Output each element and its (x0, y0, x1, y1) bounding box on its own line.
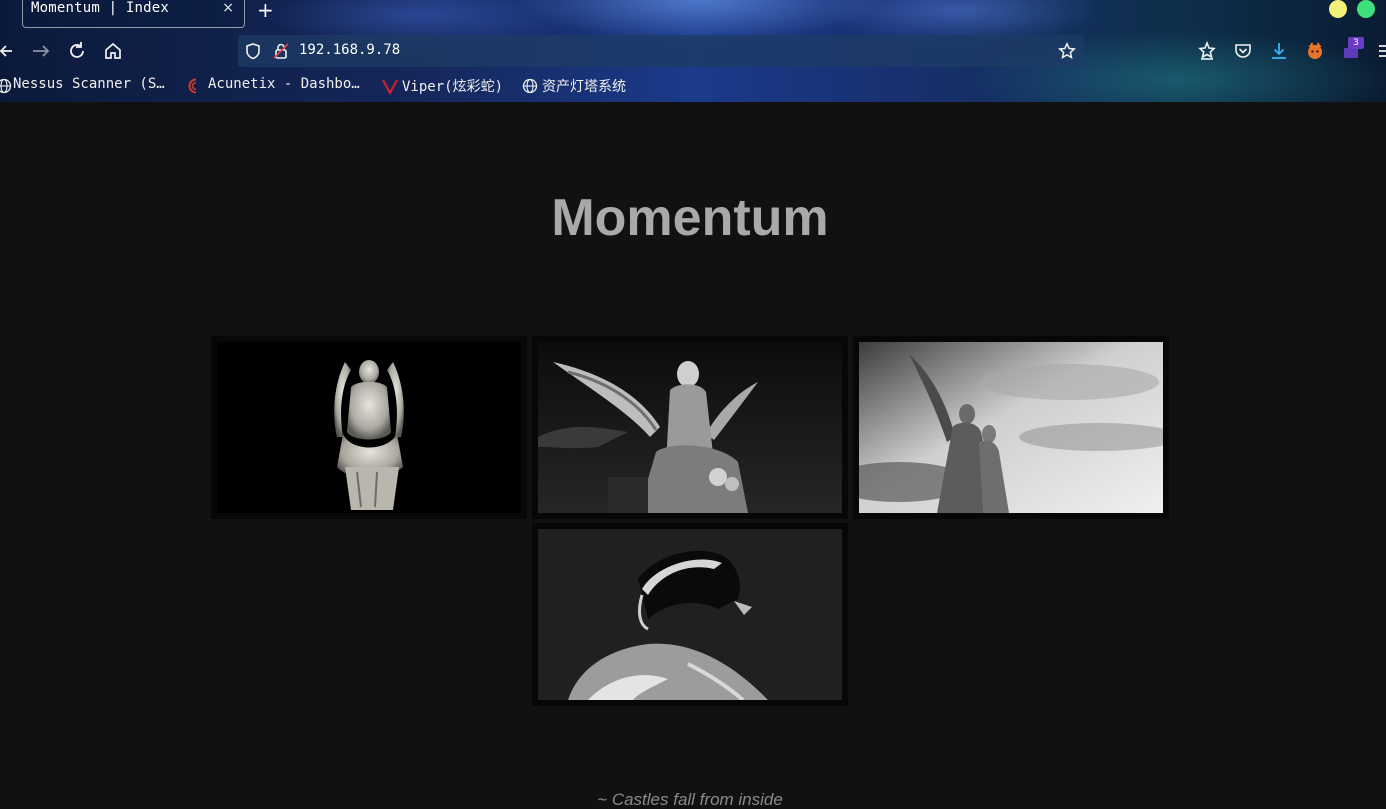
forward-arrow-icon[interactable] (30, 40, 52, 62)
url-text[interactable]: 192.168.9.78 (299, 42, 400, 58)
page-title: Momentum (551, 189, 829, 247)
active-tab[interactable]: Momentum | Index × (22, 0, 245, 28)
bookmarks-toolbar: Nessus Scanner (S… Acunetix - Dashbo… Vi… (0, 74, 1386, 98)
bookmark-acunetix[interactable]: Acunetix - Dashbo… (208, 76, 360, 92)
browser-chrome: Momentum | Index × + 192.168.9.78 3 Ness… (0, 0, 1386, 102)
reload-icon[interactable] (66, 40, 88, 62)
address-bar[interactable]: 192.168.9.78 (238, 35, 1084, 67)
gallery-item[interactable] (211, 336, 527, 519)
back-arrow-icon[interactable] (0, 40, 22, 62)
maximize-button[interactable] (1357, 0, 1375, 18)
tab-close-icon[interactable]: × (222, 0, 234, 16)
extensions-star-icon[interactable] (1196, 40, 1218, 62)
bookmark-asset-lighthouse[interactable]: 资产灯塔系统 (542, 76, 626, 96)
pocket-icon[interactable] (1232, 40, 1254, 62)
gallery-item[interactable] (532, 523, 848, 706)
insecure-lock-icon[interactable] (272, 42, 290, 60)
new-tab-button[interactable]: + (257, 0, 274, 22)
bookmark-star-icon[interactable] (1058, 42, 1076, 60)
shield-icon[interactable] (244, 42, 262, 60)
extension-badge: 3 (1348, 37, 1364, 49)
gallery-image[interactable] (859, 342, 1163, 513)
fox-extension-icon[interactable] (1304, 40, 1326, 62)
bookmark-viper[interactable]: Viper(炫彩蛇) (402, 76, 503, 96)
gallery-item[interactable] (532, 336, 848, 519)
acunetix-icon (188, 78, 197, 94)
download-icon[interactable] (1268, 40, 1290, 62)
globe-icon (0, 78, 12, 94)
menu-icon[interactable] (1376, 40, 1386, 62)
viper-icon (382, 79, 398, 94)
tagline: ~ Castles fall from inside (597, 790, 783, 809)
bookmark-nessus[interactable]: Nessus Scanner (S… (13, 76, 165, 92)
gallery-image[interactable] (217, 342, 521, 513)
globe-icon (522, 78, 538, 94)
gallery-item[interactable] (853, 336, 1169, 519)
navigation-bar: 192.168.9.78 3 (0, 34, 1386, 68)
gallery-image[interactable] (538, 342, 842, 513)
minimize-button[interactable] (1329, 0, 1347, 18)
home-icon[interactable] (102, 40, 124, 62)
tab-bar: Momentum | Index × + (0, 0, 1386, 30)
tab-title: Momentum | Index (31, 0, 170, 16)
gallery-image[interactable] (538, 529, 842, 700)
page-content: Momentum ~ Castles fall from inside (0, 102, 1386, 809)
